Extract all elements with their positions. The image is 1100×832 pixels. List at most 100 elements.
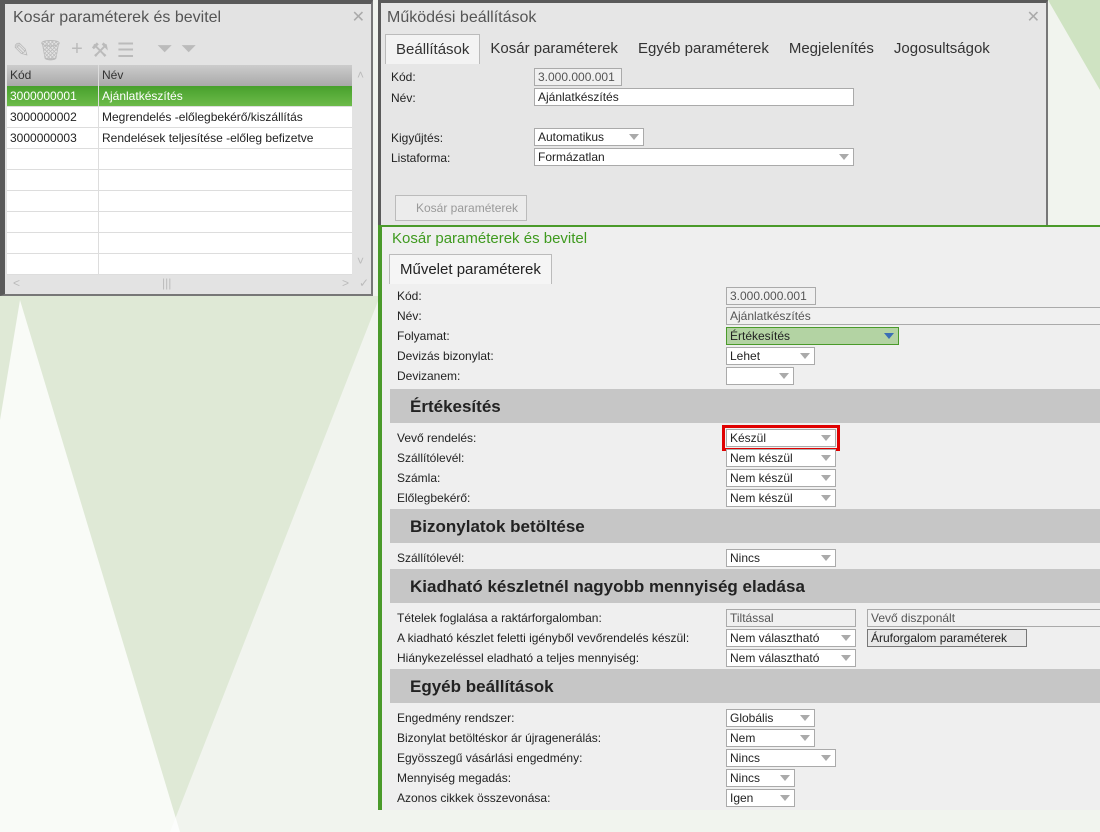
field-label: Szállítólevél: (397, 451, 465, 465)
field-value[interactable]: Nincs (726, 749, 836, 767)
menu-icon[interactable]: ☰ (117, 38, 135, 63)
chevron-down-icon (800, 715, 810, 721)
table-row[interactable]: 3000000001 Ajánlatkészítés (7, 86, 352, 107)
cell-nev (99, 149, 352, 169)
cell-nev (99, 254, 352, 274)
kod-label: Kód: (391, 70, 416, 84)
listaforma-value: Formázatlan (538, 150, 605, 164)
extra-field[interactable]: Vevő diszponált (867, 609, 1100, 627)
filter-clear-icon[interactable]: ⏷ (181, 38, 197, 63)
cell-nev: Megrendelés -előlegbekérő/kiszállítás (102, 110, 303, 124)
chevron-down-icon (841, 635, 851, 641)
field-label: Bizonylat betöltéskor ár újragenerálás: (397, 731, 602, 745)
pencil-icon[interactable]: ✎ (13, 38, 30, 63)
table-row[interactable] (7, 233, 352, 254)
field-value[interactable]: Készül (722, 425, 840, 451)
panel-title: Kosár paraméterek és bevitel (392, 230, 588, 247)
field-value[interactable]: Nincs (726, 769, 795, 787)
field-value[interactable]: Nem választható (726, 629, 856, 647)
chevron-down-icon (841, 655, 851, 661)
field-value[interactable]: Tiltással (726, 609, 856, 627)
cell-nev (99, 212, 352, 232)
cell-nev: Rendelések teljesítése -előleg befizetve (102, 131, 314, 145)
field-value[interactable]: Igen (726, 789, 795, 807)
tools-icon[interactable]: ⚒ (91, 38, 109, 63)
field-value[interactable]: Lehet (726, 347, 815, 365)
plus-icon[interactable]: + (71, 38, 83, 63)
table-row[interactable] (7, 212, 352, 233)
selected-value: Nem (730, 731, 756, 745)
tab-beallitasok[interactable]: Beállítások (385, 34, 481, 64)
cell-nev (99, 191, 352, 211)
field-value[interactable]: Nem készül (726, 449, 836, 467)
trash-icon[interactable]: 🗑 (38, 38, 63, 63)
panel-title: Működési beállítások (387, 9, 537, 26)
tab-megjelenites[interactable]: Megjelenítés (779, 34, 884, 64)
column-header-nev[interactable]: Név (99, 65, 352, 86)
field-label: Tételek foglalása a raktárforgalomban: (397, 611, 602, 625)
horizontal-scrollbar[interactable]: < ||| > ✓ (7, 276, 372, 292)
field-label: Azonos cikkek összevonása: (397, 791, 551, 805)
table-row[interactable] (7, 191, 352, 212)
toolbar: ✎ 🗑 + ⚒ ☰ ⏷ ⏷ (13, 38, 197, 63)
kosar-parameterek-button[interactable]: Kosár paraméterek (395, 195, 528, 221)
section-header: Bizonylatok betöltése (390, 509, 1100, 543)
field-value[interactable]: Nem készül (726, 469, 836, 487)
cell-kod (7, 149, 99, 169)
kigyujtes-label: Kigyűjtés: (391, 131, 444, 145)
field-value[interactable]: Nem választható (726, 649, 856, 667)
chevron-down-icon (821, 435, 831, 441)
field-value[interactable]: Nem készül (726, 489, 836, 507)
field-value[interactable]: Nem (726, 729, 815, 747)
kigyujtes-value: Automatikus (538, 130, 605, 144)
cell-nev: Ajánlatkészítés (102, 89, 183, 103)
close-icon[interactable]: ✕ (352, 7, 365, 27)
cell-kod (7, 191, 99, 211)
field-label: Devizanem: (397, 369, 461, 383)
basket-list-panel: Kosár paraméterek és bevitel ✕ ✎ 🗑 + ⚒ ☰… (0, 0, 373, 296)
tab-jogosultsagok[interactable]: Jogosultságok (884, 34, 1000, 64)
selected-value: Lehet (730, 349, 761, 363)
chevron-down-icon (821, 475, 831, 481)
field-value[interactable]: Ajánlatkészítés (726, 307, 1100, 325)
scroll-up-icon[interactable]: ˄ (357, 68, 364, 82)
field-value[interactable]: 3.000.000.001 (726, 287, 816, 305)
selected-value: Nem választható (730, 651, 820, 665)
table-row[interactable] (7, 170, 352, 191)
selected-value: Globális (730, 711, 774, 725)
field-value[interactable]: Globális (726, 709, 815, 727)
selected-value: Nem készül (730, 491, 793, 505)
table-row[interactable] (7, 149, 352, 170)
table-row[interactable] (7, 254, 352, 275)
chevron-down-icon (629, 134, 639, 140)
scroll-down-icon[interactable]: ˅ (357, 254, 364, 268)
section-header: Értékesítés (390, 389, 1100, 423)
tab-muvelet-parameterek[interactable]: Művelet paraméterek (389, 254, 552, 284)
kod-field[interactable]: 3.000.000.001 (534, 68, 622, 86)
basket-params-panel: Kosár paraméterek és bevitel Művelet par… (378, 225, 1100, 810)
field-value[interactable]: Nincs (726, 549, 836, 567)
close-icon[interactable]: ✕ (1027, 7, 1040, 27)
selected-value: Nincs (730, 551, 761, 565)
chevron-down-icon (780, 775, 790, 781)
aruforgalom-parameterek-button[interactable]: Áruforgalom paraméterek (867, 629, 1027, 647)
selected-value: Készül (730, 431, 767, 445)
selected-value: Nincs (730, 751, 761, 765)
tab-egyeb-parameterek[interactable]: Egyéb paraméterek (628, 34, 779, 64)
field-label: Számla: (397, 471, 441, 485)
kigyujtes-select[interactable]: Automatikus (534, 128, 644, 146)
table-row[interactable]: 3000000003 Rendelések teljesítése -előleg… (7, 128, 352, 149)
column-header-kod[interactable]: Kód (7, 65, 99, 86)
nev-field[interactable]: Ajánlatkészítés (534, 88, 854, 106)
selected-value: Nincs (730, 771, 761, 785)
cell-kod: 3000000003 (7, 128, 99, 148)
field-label: A kiadható készlet feletti igényből vevő… (397, 631, 690, 645)
basket-grid: Kód Név 3000000001 Ajánlatkészítés 3000000… (7, 65, 352, 275)
field-label: Szállítólevél: (397, 551, 465, 565)
tab-kosar-parameterek[interactable]: Kosár paraméterek (480, 34, 628, 64)
field-value[interactable]: Értékesítés (726, 327, 899, 345)
listaforma-select[interactable]: Formázatlan (534, 148, 854, 166)
table-row[interactable]: 3000000002 Megrendelés -előlegbekérő/kisz… (7, 107, 352, 128)
filter-icon[interactable]: ⏷ (157, 38, 173, 63)
field-value[interactable] (726, 367, 794, 385)
